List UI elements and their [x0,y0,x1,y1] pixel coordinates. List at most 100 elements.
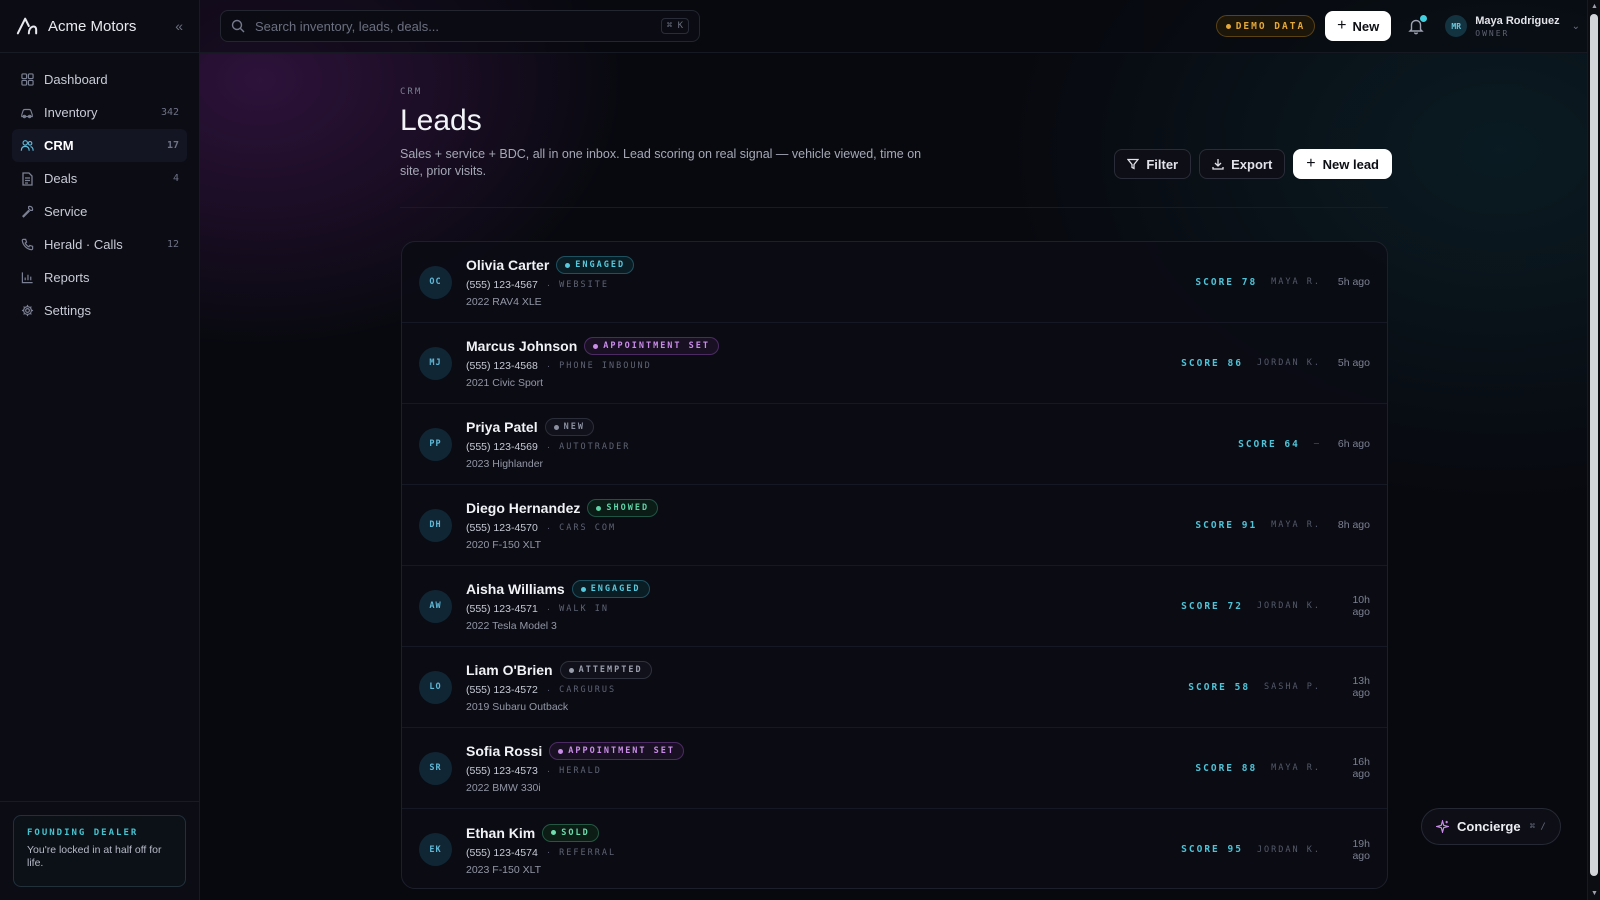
lead-row[interactable]: DH Diego Hernandez SHOWED (555) 123-4570… [402,485,1387,566]
sidebar-item-deals[interactable]: Deals 4 [12,162,187,195]
lead-source: WEBSITE [559,280,609,290]
search-box[interactable]: ⌘ K [220,10,700,42]
lead-name[interactable]: Aisha Williams [466,581,565,597]
lead-owner: JORDAN K. [1256,844,1321,855]
topbar: ⌘ K DEMO DATA + New MR Maya [200,0,1600,53]
lead-score: SCORE 95 [1181,844,1243,855]
scroll-up-arrow-icon[interactable]: ▲ [1590,2,1599,11]
gear-icon [20,304,34,318]
lead-row[interactable]: OC Olivia Carter ENGAGED (555) 123-4567 … [402,242,1387,323]
sidebar-item-label: CRM [44,138,74,153]
scroll-down-arrow-icon[interactable]: ▼ [1590,889,1599,898]
lead-vehicle: 2022 Tesla Model 3 [466,620,557,632]
founding-text: You're locked in at half off for life. [27,844,162,869]
sidebar-nav: Dashboard Inventory 342 CRM 17 Deals 4 S… [0,53,199,327]
status-dot-icon [565,262,571,268]
lead-vehicle: 2023 Highlander [466,458,544,470]
status-badge: ENGAGED [556,256,635,274]
lead-name[interactable]: Sofia Rossi [466,743,542,759]
leads-list: OC Olivia Carter ENGAGED (555) 123-4567 … [401,241,1388,889]
lead-phone: (555) 123-4567 [466,279,538,291]
lead-details: Priya Patel NEW (555) 123-4569 · AUTOTRA… [466,418,1238,470]
status-badge: ENGAGED [571,580,650,598]
export-button[interactable]: Export [1199,149,1286,179]
filter-icon [1127,158,1140,170]
lead-name[interactable]: Diego Hernandez [466,500,580,516]
lead-row[interactable]: MJ Marcus Johnson APPOINTMENT SET (555) … [402,323,1387,404]
status-dot-icon [593,343,599,349]
lead-row[interactable]: PP Priya Patel NEW (555) 123-4569 · AUTO… [402,404,1387,485]
lead-row[interactable]: EK Ethan Kim SOLD (555) 123-4574 · REFER… [402,809,1387,888]
sidebar-item-count: 12 [166,239,179,250]
founding-dealer-card: FOUNDING DEALER You're locked in at half… [13,815,186,887]
breadcrumb: CRM [400,87,423,97]
sidebar-item-herald-calls[interactable]: Herald · Calls 12 [12,228,187,261]
brand-header: Acme Motors « [0,0,199,53]
lead-name[interactable]: Liam O'Brien [466,662,553,678]
sidebar-item-label: Dashboard [44,72,108,87]
sidebar-item-service[interactable]: Service [12,195,187,228]
users-icon [20,139,34,153]
sidebar-item-crm[interactable]: CRM 17 [12,129,187,162]
status-badge: APPOINTMENT SET [584,337,720,355]
vertical-scrollbar[interactable]: ▲ ▼ [1587,0,1600,900]
sidebar-item-label: Service [44,204,88,219]
lead-owner: JORDAN K. [1256,358,1321,368]
lead-score: SCORE 78 [1195,276,1258,288]
lead-owner: JORDAN K. [1256,601,1321,611]
sidebar-item-dashboard[interactable]: Dashboard [12,63,187,96]
search-input[interactable] [255,18,661,34]
notifications-bell-icon[interactable] [1407,14,1429,35]
status-label: NEW [563,422,585,432]
avatar: MR [1445,15,1468,37]
filter-button[interactable]: Filter [1114,149,1192,179]
lead-row[interactable]: AW Aisha Williams ENGAGED (555) 123-4571… [402,566,1387,647]
lead-time: 19h ago [1352,837,1370,862]
lead-details: Marcus Johnson APPOINTMENT SET (555) 123… [466,337,1181,389]
lead-row[interactable]: SR Sofia Rossi APPOINTMENT SET (555) 123… [402,728,1387,809]
concierge-button[interactable]: Concierge ⌘ / [1421,808,1561,845]
lead-vehicle: 2020 F-150 XLT [466,539,542,551]
lead-time: 6h ago [1337,438,1370,450]
lead-vehicle: 2019 Subaru Outback [466,701,569,713]
export-label: Export [1231,156,1273,172]
lead-time: 16h ago [1352,756,1370,780]
lead-vehicle: 2022 BMW 330i [466,782,541,794]
lead-time: 5h ago [1337,357,1370,369]
lead-phone: (555) 123-4573 [466,765,538,777]
status-badge: APPOINTMENT SET [549,742,685,760]
scrollbar-thumb[interactable] [1590,14,1598,876]
new-lead-button[interactable]: + New lead [1293,149,1392,179]
sidebar-item-settings[interactable]: Settings [12,294,187,327]
sidebar-item-inventory[interactable]: Inventory 342 [12,96,187,129]
user-menu[interactable]: MR Maya Rodriguez OWNER ⌄ [1445,15,1580,38]
new-lead-label: New lead [1322,156,1379,172]
new-button[interactable]: + New [1325,11,1392,41]
status-label: ATTEMPTED [578,665,643,675]
lead-phone: (555) 123-4570 [466,522,538,534]
avatar: DH [419,508,452,542]
page-title: Leads [400,104,482,137]
lead-details: Diego Hernandez SHOWED (555) 123-4570 · … [466,499,1195,551]
status-label: ENGAGED [575,260,626,270]
lead-name[interactable]: Olivia Carter [466,257,549,273]
wrench-icon [20,205,34,219]
lead-name[interactable]: Priya Patel [466,419,538,435]
separator-dot: · [546,603,551,615]
lead-name[interactable]: Marcus Johnson [466,338,577,354]
phone-icon [20,238,34,252]
status-dot-icon [596,505,602,511]
lead-score: SCORE 64 [1238,438,1300,450]
status-dot-icon [551,830,557,835]
demo-badge-label: DEMO DATA [1235,20,1306,32]
lead-row[interactable]: LO Liam O'Brien ATTEMPTED (555) 123-4572… [402,647,1387,728]
avatar: SR [419,751,452,785]
lead-owner: MAYA R. [1271,277,1321,287]
status-label: APPOINTMENT SET [568,746,676,756]
lead-vehicle: 2022 RAV4 XLE [466,296,542,308]
collapse-sidebar-icon[interactable]: « [175,18,183,34]
lead-source: HERALD [559,766,602,776]
sidebar-item-reports[interactable]: Reports [12,261,187,294]
lead-name[interactable]: Ethan Kim [466,825,535,841]
lead-phone: (555) 123-4568 [466,360,538,372]
